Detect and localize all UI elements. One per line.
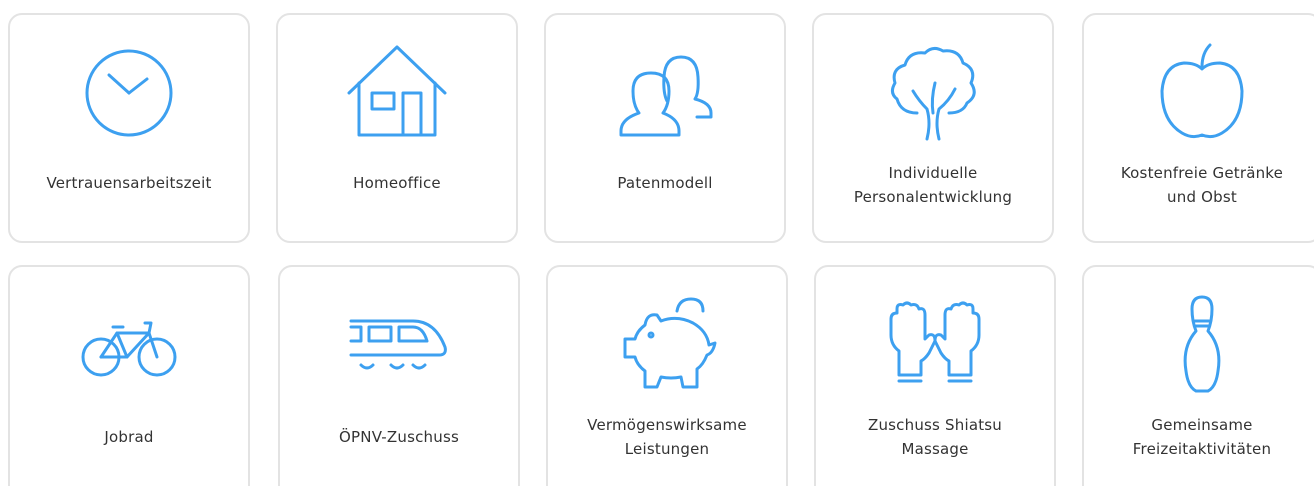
benefit-card-homeoffice[interactable]: Homeoffice [276,13,518,243]
bicycle-icon [79,295,179,395]
benefit-label: Gemeinsame Freizeitaktivitäten [1132,416,1272,458]
tree-icon [883,43,983,143]
benefit-card-personalentwicklung[interactable]: Individuelle Personalentwicklung [812,13,1054,243]
bowling-pin-icon [1152,295,1252,395]
piggy-bank-icon [617,295,717,395]
benefit-card-patenmodell[interactable]: Patenmodell [544,13,786,243]
house-icon [347,43,447,143]
benefit-label: Homeoffice [353,174,441,192]
benefit-card-jobrad[interactable]: Jobrad [8,265,250,486]
benefit-label: Vertrauensarbeitszeit [46,174,212,192]
benefit-card-shiatsu-massage[interactable]: Zuschuss Shiatsu Massage [814,265,1056,486]
clock-icon [79,43,179,143]
benefit-label: Vermögenswirksame Leistungen [587,416,747,458]
benefits-grid: Vertrauensarbeitszeit Homeoffice Patenmo… [0,0,1314,486]
hands-icon [885,295,985,395]
benefit-label: Individuelle Personalentwicklung [853,164,1013,206]
benefit-card-freizeitaktivitaeten[interactable]: Gemeinsame Freizeitaktivitäten [1082,265,1314,486]
train-icon [349,295,449,395]
benefit-card-vertrauensarbeitszeit[interactable]: Vertrauensarbeitszeit [8,13,250,243]
people-icon [615,43,715,143]
benefit-card-getraenke-obst[interactable]: Kostenfreie Getränke und Obst [1082,13,1314,243]
apple-icon [1152,43,1252,143]
benefit-label: ÖPNV-Zuschuss [339,428,459,446]
benefit-label: Jobrad [104,428,154,446]
benefit-label: Patenmodell [617,174,713,192]
benefit-label: Zuschuss Shiatsu Massage [867,416,1003,458]
benefit-label: Kostenfreie Getränke und Obst [1120,164,1284,206]
benefit-card-oepnv[interactable]: ÖPNV-Zuschuss [278,265,520,486]
benefit-card-vermoegenswirksame-leistungen[interactable]: Vermögenswirksame Leistungen [546,265,788,486]
